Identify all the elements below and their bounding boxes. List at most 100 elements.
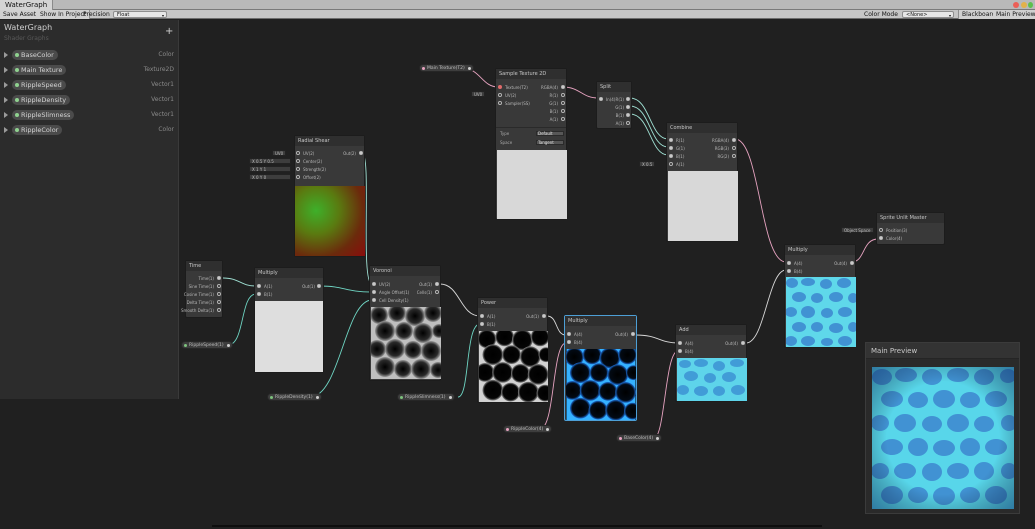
offset-vector-field[interactable]: X 0 Y 0 [249, 174, 291, 180]
output-port[interactable] [467, 67, 471, 70]
expand-arrow-icon[interactable] [4, 82, 8, 88]
close-window-icon[interactable] [1013, 2, 1019, 8]
output-port[interactable] [317, 284, 321, 288]
input-port[interactable] [678, 349, 682, 353]
uv-channel-field[interactable]: UV0 [471, 91, 486, 97]
uv-channel-field[interactable]: UV0 [272, 150, 287, 156]
power-node[interactable]: Power A(1) B(1) Out(1) [477, 297, 548, 403]
type-select[interactable]: Default [536, 131, 564, 136]
multiply-node[interactable]: Multiply A(4) B(4) Out(4) [784, 244, 856, 348]
combine-node[interactable]: Combine R(1) G(1) B(1) A(1) RGBA(4) RGB(… [666, 122, 738, 242]
input-port[interactable] [372, 290, 376, 294]
output-port[interactable] [546, 428, 550, 431]
input-port[interactable] [257, 292, 261, 296]
expand-arrow-icon[interactable] [4, 67, 8, 73]
save-asset-button[interactable]: Save Asset [0, 10, 41, 19]
property-pill[interactable]: RippleDensity [12, 95, 71, 105]
output-port[interactable] [850, 261, 854, 265]
precision-select[interactable]: Float ▾ [113, 11, 167, 18]
output-port[interactable] [217, 276, 221, 280]
ripple-color-property-node[interactable]: RippleColor(4) [503, 425, 553, 433]
output-port[interactable] [561, 85, 565, 89]
color-mode-select[interactable]: <None> ▾ [902, 11, 954, 18]
input-port[interactable] [498, 93, 502, 97]
output-port[interactable] [561, 109, 565, 113]
input-port[interactable] [567, 332, 571, 336]
main-preview-toggle-button[interactable]: Main Preview [993, 10, 1035, 19]
output-port[interactable] [542, 314, 546, 318]
ripple-speed-property-node[interactable]: RippleSpeed(1) [181, 341, 233, 349]
input-port[interactable] [669, 154, 673, 158]
output-port[interactable] [435, 282, 439, 286]
output-port[interactable] [561, 101, 565, 105]
blackboard-property-row[interactable]: RippleDensity Vector1 [4, 95, 174, 106]
input-port[interactable] [372, 282, 376, 286]
input-port[interactable] [296, 167, 300, 171]
output-port[interactable] [626, 113, 630, 117]
output-port[interactable] [561, 117, 565, 121]
input-port[interactable] [678, 341, 682, 345]
property-pill[interactable]: RippleSpeed [12, 80, 66, 90]
horizontal-scrollbar[interactable] [212, 525, 822, 527]
radial-shear-node[interactable]: Radial Shear UV(2) Center(2) Strength(2)… [294, 135, 365, 257]
blackboard-property-row[interactable]: RippleColor Color [4, 125, 174, 136]
center-vector-field[interactable]: X 0.5 Y 0.5 [249, 158, 291, 164]
output-port[interactable] [359, 151, 363, 155]
output-port[interactable] [631, 332, 635, 336]
output-port[interactable] [741, 341, 745, 345]
main-preview-window[interactable]: Main Preview [865, 342, 1020, 514]
output-port[interactable] [226, 344, 230, 347]
ripple-density-property-node[interactable]: RippleDensity(1) [267, 393, 322, 401]
output-port[interactable] [626, 97, 630, 101]
output-port[interactable] [656, 437, 660, 440]
input-port[interactable] [787, 261, 791, 265]
expand-arrow-icon[interactable] [4, 97, 8, 103]
maximize-window-icon[interactable] [1028, 2, 1033, 8]
input-port[interactable] [599, 97, 603, 101]
output-port[interactable] [315, 396, 319, 399]
object-space-field[interactable]: Object Space [841, 227, 874, 233]
property-pill[interactable]: BaseColor [12, 50, 58, 60]
property-pill[interactable]: RippleSlimness [12, 110, 75, 120]
input-port[interactable] [296, 151, 300, 155]
input-port[interactable] [669, 138, 673, 142]
output-port[interactable] [732, 154, 736, 158]
add-node[interactable]: Add A(4) B(4) Out(4) [675, 324, 747, 402]
input-port[interactable] [879, 236, 883, 240]
output-port[interactable] [435, 290, 439, 294]
add-property-button[interactable]: + [165, 27, 173, 37]
input-port[interactable] [567, 340, 571, 344]
output-port[interactable] [217, 284, 221, 288]
voronoi-node[interactable]: Voronoi UV(2) Angle Offset(1) Cell Densi… [369, 265, 441, 381]
output-port[interactable] [732, 146, 736, 150]
input-port[interactable] [480, 322, 484, 326]
expand-arrow-icon[interactable] [4, 127, 8, 133]
multiply-node-selected[interactable]: Multiply A(4) B(4) Out(4) [564, 315, 637, 421]
expand-arrow-icon[interactable] [4, 52, 8, 58]
space-select[interactable]: Tangent [536, 140, 564, 145]
input-port[interactable] [669, 146, 673, 150]
main-preview-image[interactable] [872, 367, 1014, 509]
a-value-field[interactable]: X 0.5 [639, 161, 656, 167]
multiply-node[interactable]: Multiply A(1) B(1) Out(1) [254, 267, 324, 373]
blackboard-property-row[interactable]: RippleSlimness Vector1 [4, 110, 174, 121]
input-port[interactable] [669, 162, 673, 166]
input-port[interactable] [372, 298, 376, 302]
blackboard-property-row[interactable]: RippleSpeed Vector1 [4, 80, 174, 91]
output-port[interactable] [448, 396, 452, 399]
output-port[interactable] [217, 292, 221, 296]
input-port[interactable] [879, 228, 883, 232]
ripple-slimness-property-node[interactable]: RippleSlimness(1) [397, 393, 455, 401]
split-node[interactable]: Split In(4) R(1) G(1) B(1) A(1) [596, 81, 632, 129]
sample-texture-2d-node[interactable]: Sample Texture 2D Texture(T2) UV(2) Samp… [495, 68, 567, 220]
output-port[interactable] [217, 300, 221, 304]
sprite-unlit-master-node[interactable]: Sprite Unlit Master Position(3) Color(4) [876, 212, 945, 245]
blackboard-property-row[interactable]: BaseColor Color [4, 50, 174, 61]
property-pill[interactable]: RippleColor [12, 125, 63, 135]
strength-vector-field[interactable]: X 1 Y 1 [249, 166, 291, 172]
base-color-property-node[interactable]: BaseColor(4) [616, 434, 663, 442]
output-port[interactable] [626, 121, 630, 125]
input-port[interactable] [787, 269, 791, 273]
input-port[interactable] [257, 284, 261, 288]
main-texture-property-node[interactable]: Main Texture(T2) [419, 64, 474, 72]
